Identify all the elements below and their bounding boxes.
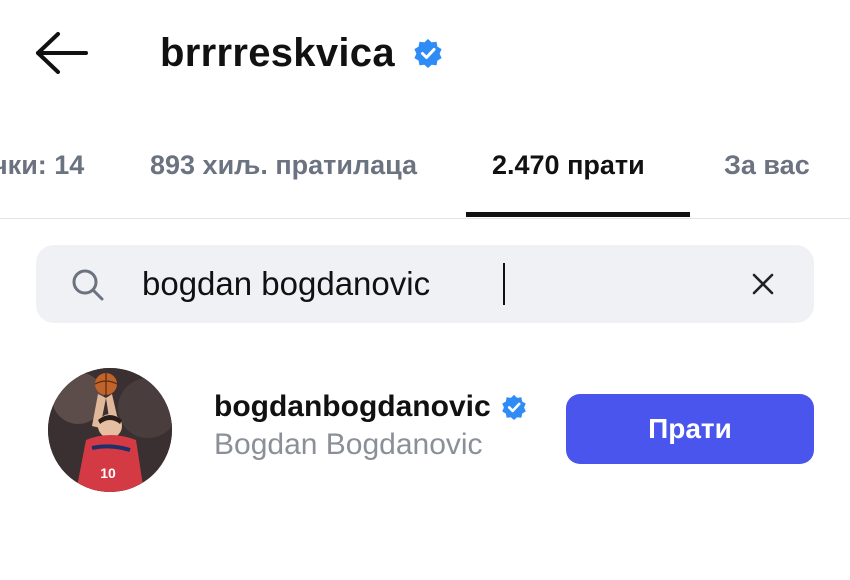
verified-badge-icon [413,38,443,68]
full-name-label: Bogdan Bogdanovic [214,428,483,461]
jersey-number: 10 [100,465,116,481]
profile-tabs: чки: 14 893 хиљ. пратилаца 2.470 прати З… [0,120,850,219]
tab-for-you[interactable]: За вас [724,150,810,181]
tab-following[interactable]: 2.470 прати [492,150,645,181]
back-button[interactable] [32,30,92,76]
verified-badge-icon [501,394,527,420]
profile-title: brrrreskvica [160,26,443,80]
tab-followers[interactable]: 893 хиљ. пратилаца [150,150,417,181]
search-input[interactable] [142,259,722,309]
arrow-left-icon [36,32,88,74]
text-cursor [503,263,505,305]
clear-search-button[interactable] [748,269,778,299]
active-tab-indicator [466,212,690,217]
avatar[interactable]: 10 [48,368,172,492]
username-label: bogdanbogdanovic [214,390,491,423]
tab-posts[interactable]: чки: 14 [0,150,84,181]
page-title: brrrreskvica [160,30,395,75]
search-icon [70,267,106,303]
follow-button[interactable]: Прати [566,394,814,464]
result-username: bogdanbogdanovic [214,390,527,424]
close-icon [752,273,774,295]
search-bar[interactable] [36,245,814,323]
list-item[interactable]: 10 bogdanbogdanovic Bogdan Bogdanovic Пр… [0,360,850,500]
top-bar: brrrreskvica [0,0,850,110]
